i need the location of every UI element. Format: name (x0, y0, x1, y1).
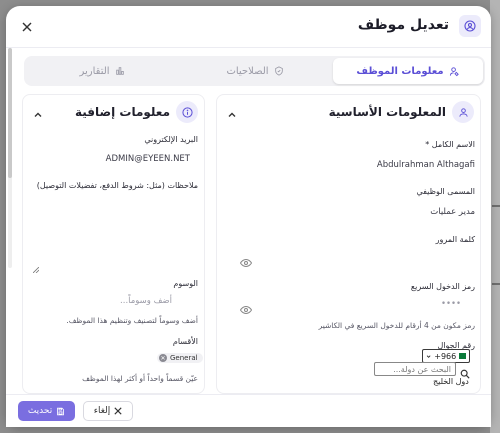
modal-footer: تحديث إلغاء (6, 394, 491, 427)
email-field[interactable]: ADMIN@EYEEN.NET (106, 154, 190, 164)
eye-icon[interactable] (239, 300, 253, 315)
tags-label: الوسوم (173, 279, 198, 288)
saudi-flag-icon (459, 353, 466, 359)
tab-permissions[interactable]: الصلاحيات (180, 58, 330, 84)
chip-label: General (170, 354, 198, 362)
tags-input[interactable]: أضف وسوماً... (120, 296, 172, 306)
job-title-field[interactable]: مدير عمليات (430, 207, 475, 217)
update-button[interactable]: تحديث (18, 401, 75, 421)
quick-code-help: رمز مكون من 4 أرقام للدخول السريع في الك… (318, 321, 475, 330)
country-code-select[interactable]: +966 (422, 349, 470, 363)
bar-chart-icon (115, 67, 124, 75)
close-icon (114, 407, 122, 415)
section-title: معلومات إضافية (74, 105, 170, 119)
user-edit-icon (449, 66, 459, 76)
chevron-up-icon[interactable] (227, 105, 239, 117)
basic-info-header[interactable]: المعلومات الأساسية (217, 95, 480, 129)
full-name-label: الاسم الكامل * (425, 140, 475, 149)
search-icon (460, 364, 470, 379)
tab-label: معلومات الموظف (356, 65, 444, 77)
remove-chip-icon[interactable]: ✕ (159, 354, 167, 362)
email-label: البريد الإلكتروني (144, 135, 198, 144)
modal-header: تعديل موظف (6, 6, 491, 48)
tab-bar: معلومات الموظف الصلاحيات التقارير (24, 56, 485, 86)
save-icon (57, 407, 65, 415)
backdrop (490, 0, 500, 433)
scrollbar-thumb[interactable] (8, 48, 12, 178)
tags-help: أضف وسوماً لتصنيف وتنظيم هذا الموظف. (66, 316, 198, 325)
departments-label: الأقسام (172, 337, 198, 346)
modal-title: تعديل موظف (357, 17, 449, 33)
extra-info-header[interactable]: معلومات إضافية (23, 95, 204, 129)
country-search-input[interactable]: البحث عن دولة... (374, 362, 456, 376)
tab-label: الصلاحيات (226, 65, 269, 77)
shield-icon (274, 66, 283, 76)
country-group-label: دول الخليج (433, 377, 469, 386)
tab-employee-info[interactable]: معلومات الموظف (333, 58, 483, 84)
user-circle-icon (459, 15, 481, 37)
eye-icon[interactable] (239, 253, 253, 268)
chevron-down-icon (426, 354, 431, 358)
notes-label: ملاحظات (مثل: شروط الدفع، تفضيلات التوصي… (36, 181, 198, 190)
job-title-label: المسمى الوظيفي (416, 187, 475, 196)
close-icon[interactable] (20, 20, 34, 34)
department-chip[interactable]: ✕ General (157, 353, 203, 363)
country-code-value: +966 (434, 351, 457, 361)
cancel-button[interactable]: إلغاء (83, 401, 133, 421)
chevron-up-icon[interactable] (33, 105, 45, 117)
user-icon (452, 101, 474, 123)
tab-reports[interactable]: التقارير (27, 58, 177, 84)
quick-code-label: رمز الدخول السريع (410, 282, 475, 291)
update-label: تحديث (27, 406, 53, 416)
textarea-resize-handle[interactable] (32, 258, 40, 274)
full-name-field[interactable]: Abdulrahman Althagafi (377, 160, 475, 170)
info-icon (176, 101, 198, 123)
backdrop-line (492, 205, 500, 207)
tab-label: التقارير (79, 65, 110, 77)
password-label: كلمة المرور (435, 235, 475, 244)
backdrop-line (492, 283, 500, 285)
section-title: المعلومات الأساسية (328, 105, 446, 119)
departments-help: عيّن قسماً واحداً أو أكثر لهذا الموظف (82, 374, 198, 383)
cancel-label: إلغاء (93, 406, 111, 416)
quick-code-field[interactable]: •••• (441, 299, 461, 309)
